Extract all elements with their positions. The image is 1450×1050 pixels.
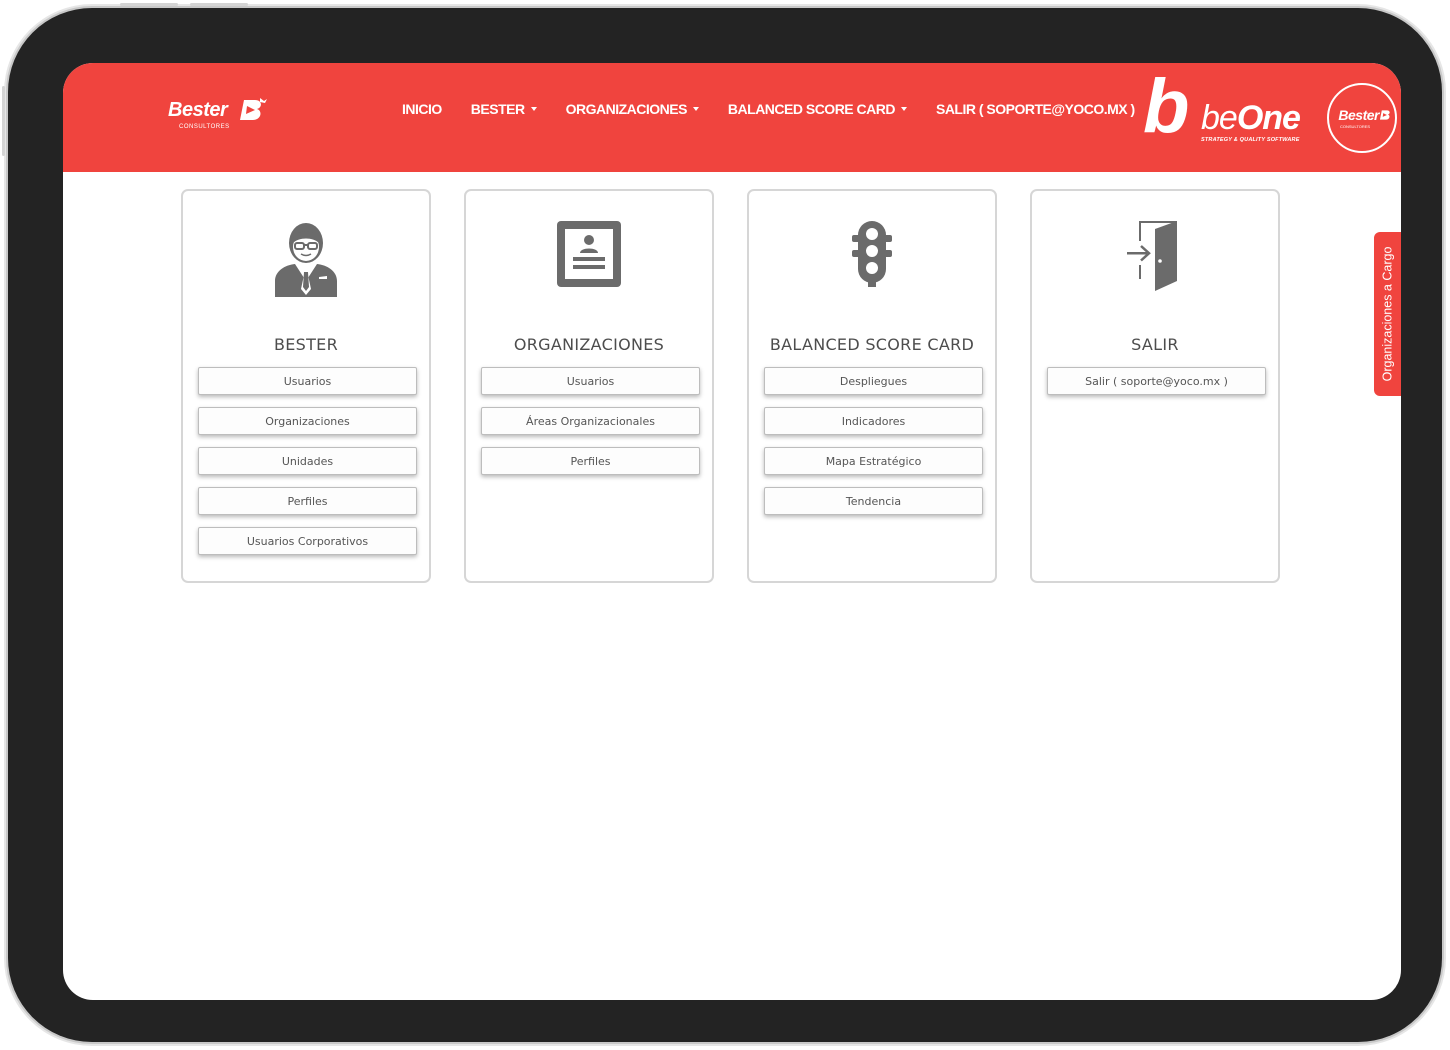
caret-down-icon bbox=[692, 107, 699, 111]
card-title: ORGANIZACIONES bbox=[513, 335, 665, 354]
id-card-icon bbox=[557, 221, 621, 287]
caret-down-icon bbox=[530, 107, 537, 111]
tablet-top-button-1 bbox=[120, 3, 178, 6]
nav-salir-label: SALIR ( SOPORTE@YOCO.MX ) bbox=[935, 101, 1135, 117]
beone-tagline: STRATEGY & QUALITY SOFTWARE bbox=[1201, 137, 1300, 143]
btn-usuarios[interactable]: Usuarios bbox=[198, 367, 417, 395]
bester-logo-subtitle: CONSULTORES bbox=[179, 124, 230, 130]
btn-mapa-estrategico[interactable]: Mapa Estratégico bbox=[764, 447, 983, 475]
nav-balanced-score-card[interactable]: BALANCED SCORE CARD bbox=[728, 101, 907, 117]
beone-b-mark: b bbox=[1143, 64, 1189, 149]
card-balanced-score-card: BALANCED SCORE CARD Despliegues Indicado… bbox=[747, 189, 997, 583]
card-title: SALIR bbox=[1131, 335, 1179, 354]
side-tab-label: Organizaciones a Cargo bbox=[1380, 246, 1395, 382]
card-organizaciones: ORGANIZACIONES Usuarios Áreas Organizaci… bbox=[464, 189, 714, 583]
top-navbar: Bester CONSULTORES INICIO BESTER ORGANIZ bbox=[63, 63, 1401, 172]
card-title: BESTER bbox=[273, 335, 339, 354]
beone-wordmark: beOne bbox=[1201, 99, 1301, 137]
traffic-light-icon bbox=[852, 221, 892, 287]
card-title: BALANCED SCORE CARD bbox=[769, 335, 975, 354]
btn-perfiles[interactable]: Perfiles bbox=[198, 487, 417, 515]
beone-logo: b beOne STRATEGY & QUALITY SOFTWARE bbox=[1143, 69, 1313, 151]
side-tab-organizaciones-a-cargo[interactable]: Organizaciones a Cargo bbox=[1374, 232, 1401, 396]
card-icon-wrap bbox=[183, 219, 429, 301]
nav-bsc-label: BALANCED SCORE CARD bbox=[727, 101, 896, 117]
nav-salir[interactable]: SALIR ( SOPORTE@YOCO.MX ) bbox=[936, 101, 1135, 117]
bester-logo[interactable]: Bester CONSULTORES bbox=[168, 98, 267, 130]
nav-inicio-label: INICIO bbox=[402, 101, 442, 117]
nav-bester[interactable]: BESTER bbox=[471, 101, 537, 117]
button-list: Salir ( soporte@yoco.mx ) bbox=[1047, 367, 1266, 407]
card-icon-wrap bbox=[466, 219, 712, 301]
btn-usuarios[interactable]: Usuarios bbox=[481, 367, 700, 395]
circle-logo-text: Bester bbox=[1338, 107, 1379, 123]
card-icon-wrap bbox=[1032, 219, 1278, 301]
button-list: Usuarios Organizaciones Unidades Perfile… bbox=[198, 367, 417, 567]
circle-logo-subtitle: CONSULTORES bbox=[1340, 124, 1371, 129]
btn-salir[interactable]: Salir ( soporte@yoco.mx ) bbox=[1047, 367, 1266, 395]
bester-circle-logo: Bester CONSULTORES bbox=[1327, 83, 1397, 153]
button-list: Despliegues Indicadores Mapa Estratégico… bbox=[764, 367, 983, 527]
app-screen: Bester CONSULTORES INICIO BESTER ORGANIZ bbox=[63, 63, 1401, 1000]
nav-organizaciones-label: ORGANIZACIONES bbox=[565, 101, 688, 117]
button-list: Usuarios Áreas Organizacionales Perfiles bbox=[481, 367, 700, 487]
tablet-top-button-2 bbox=[190, 3, 248, 6]
card-salir: SALIR Salir ( soporte@yoco.mx ) bbox=[1030, 189, 1280, 583]
btn-tendencia[interactable]: Tendencia bbox=[764, 487, 983, 515]
btn-perfiles[interactable]: Perfiles bbox=[481, 447, 700, 475]
nav-bester-label: BESTER bbox=[470, 101, 525, 117]
bester-logo-text: Bester bbox=[168, 99, 228, 121]
btn-organizaciones[interactable]: Organizaciones bbox=[198, 407, 417, 435]
nav-organizaciones[interactable]: ORGANIZACIONES bbox=[566, 101, 699, 117]
tablet-side-button bbox=[2, 86, 5, 156]
btn-unidades[interactable]: Unidades bbox=[198, 447, 417, 475]
tablet-frame: Bester CONSULTORES INICIO BESTER ORGANIZ bbox=[2, 3, 1442, 1042]
btn-despliegues[interactable]: Despliegues bbox=[764, 367, 983, 395]
businessman-icon bbox=[275, 223, 337, 297]
btn-indicadores[interactable]: Indicadores bbox=[764, 407, 983, 435]
exit-door-icon bbox=[1127, 221, 1177, 291]
bester-b-icon bbox=[240, 98, 267, 120]
btn-usuarios-corporativos[interactable]: Usuarios Corporativos bbox=[198, 527, 417, 555]
bester-b-icon bbox=[1379, 110, 1390, 120]
card-icon-wrap bbox=[749, 219, 995, 301]
btn-areas-organizacionales[interactable]: Áreas Organizacionales bbox=[481, 407, 700, 435]
main-nav: INICIO BESTER ORGANIZACIONES BALANCED SC… bbox=[402, 99, 1164, 119]
caret-down-icon bbox=[900, 107, 907, 111]
nav-inicio[interactable]: INICIO bbox=[402, 101, 442, 117]
card-bester: BESTER Usuarios Organizaciones Unidades … bbox=[181, 189, 431, 583]
